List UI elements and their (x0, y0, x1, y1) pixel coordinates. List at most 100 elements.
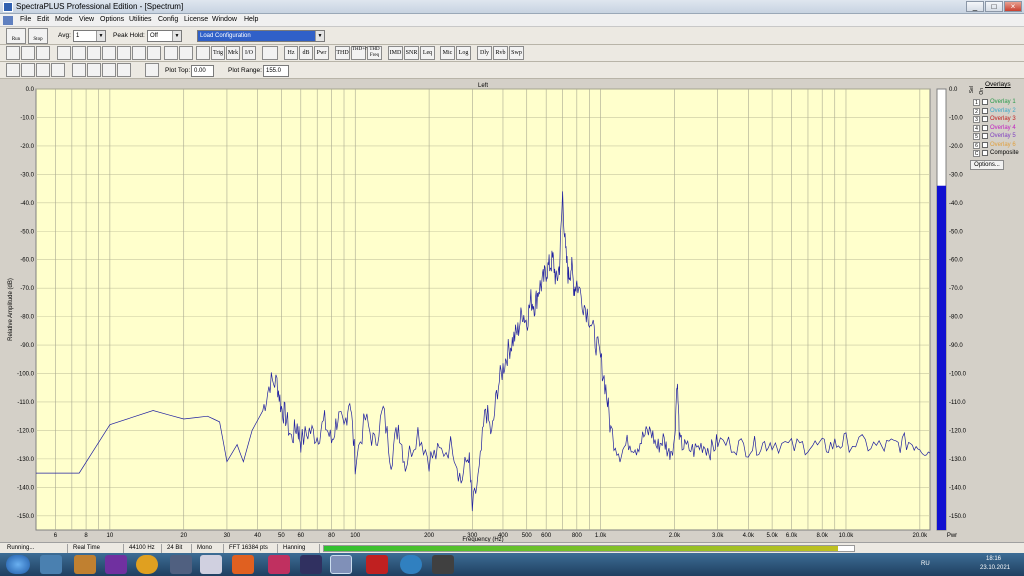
db-button[interactable]: dB (299, 46, 313, 60)
smooth-icon[interactable] (87, 63, 101, 77)
camera-icon[interactable] (432, 555, 454, 574)
close-button[interactable]: × (1004, 1, 1022, 12)
overlay-checkbox[interactable] (982, 141, 988, 148)
explorer-icon[interactable] (40, 555, 62, 574)
overlay-checkbox[interactable] (982, 107, 988, 114)
phase-icon[interactable] (87, 46, 101, 60)
imd-button[interactable]: IMD (388, 46, 403, 60)
hz-button[interactable]: Hz (284, 46, 298, 60)
overlay-row[interactable]: 3 Overlay 3 (958, 116, 1024, 124)
globe-icon[interactable] (400, 555, 422, 574)
print-icon[interactable] (57, 46, 71, 60)
overlay-select[interactable]: 3 (973, 116, 980, 123)
io-button[interactable]: I/O (242, 46, 256, 60)
cursor-icon[interactable] (145, 63, 159, 77)
dly-button[interactable]: Dly (477, 46, 492, 60)
waveform-icon[interactable] (102, 46, 116, 60)
menu-edit[interactable]: Edit (37, 16, 49, 23)
folder-icon[interactable] (74, 555, 96, 574)
zoom-x-icon[interactable] (21, 63, 35, 77)
menu-license[interactable]: License (184, 16, 208, 23)
speaker-icon[interactable] (196, 46, 210, 60)
notepad-icon[interactable] (200, 555, 222, 574)
start-button[interactable] (6, 555, 30, 574)
save-icon[interactable] (36, 46, 50, 60)
menu-utilities[interactable]: Utilities (129, 16, 152, 23)
plottop-input[interactable]: 0.00 (191, 65, 214, 77)
rvb-button[interactable]: Rvb (493, 46, 508, 60)
overlay-row[interactable]: 6 Overlay 6 (958, 141, 1024, 150)
open-icon[interactable] (21, 46, 35, 60)
overlay-select[interactable]: C (973, 150, 980, 157)
swp-button[interactable]: Swp (509, 46, 524, 60)
peakhold-select[interactable]: Off ▼ (147, 30, 182, 42)
leq-button[interactable]: Leq (420, 46, 435, 60)
overlay-select[interactable]: 6 (973, 141, 980, 149)
spectrum-icon[interactable] (72, 46, 86, 60)
menu-window[interactable]: Window (212, 16, 237, 23)
run-button[interactable]: Run (6, 28, 26, 44)
media-icon[interactable] (105, 555, 127, 574)
thd-button[interactable]: THD (335, 46, 350, 60)
zoom-y-icon[interactable] (36, 63, 50, 77)
peak-icon[interactable] (72, 63, 86, 77)
overlay-select[interactable]: 5 (973, 133, 980, 140)
menu-view[interactable]: View (79, 16, 94, 23)
thd-freq-button[interactable]: THD Freq (367, 46, 382, 60)
spectrogram-icon[interactable] (117, 46, 131, 60)
audio-app-icon[interactable] (300, 555, 322, 574)
avg-select[interactable]: 1 ▼ (73, 30, 106, 42)
trigger-button[interactable]: Trig (211, 46, 225, 60)
marker-button[interactable]: Mrk (226, 46, 240, 60)
3d-icon[interactable] (132, 46, 146, 60)
overlay-checkbox[interactable] (982, 133, 988, 139)
overlay-row[interactable]: 4 Overlay 4 (958, 124, 1024, 133)
overlay-row[interactable]: 5 Overlay 5 (958, 133, 1024, 141)
app-icon[interactable] (170, 555, 192, 574)
menu-config[interactable]: Config (158, 16, 178, 23)
unzoom-icon[interactable] (51, 63, 65, 77)
browser-icon[interactable] (136, 555, 158, 574)
document-icon[interactable] (3, 16, 13, 25)
maximize-button[interactable]: □ (985, 1, 1003, 12)
calibration-icon[interactable] (179, 46, 193, 60)
menu-file[interactable]: File (20, 16, 31, 23)
overlay-select[interactable]: 1 (973, 99, 980, 106)
overlay-checkbox[interactable] (982, 124, 988, 131)
overlay-checkbox[interactable] (982, 99, 988, 105)
stop-button[interactable]: Stop (28, 28, 48, 44)
overlay-select[interactable]: 2 (973, 107, 980, 115)
new-icon[interactable] (6, 46, 20, 60)
spectrum-chart[interactable]: Left 0.0 -10.0 -20.0 -30.0 -40.0 -50.0 -60.0 -70… (0, 80, 1024, 543)
menu-mode[interactable]: Mode (55, 16, 73, 23)
generator-icon[interactable] (164, 46, 178, 60)
minimize-button[interactable]: _ (966, 1, 984, 12)
app2-icon[interactable] (366, 555, 388, 574)
octave-icon[interactable] (147, 46, 161, 60)
firefox-icon[interactable] (232, 555, 254, 574)
spectraplus-task-icon[interactable] (330, 555, 352, 574)
overlay-row[interactable]: 2 Overlay 2 (958, 107, 1024, 116)
zoom-icon[interactable] (6, 63, 20, 77)
snr-button[interactable]: SNR (404, 46, 419, 60)
overlay-select[interactable]: 4 (973, 124, 980, 132)
toolbar-main: Run Stop Avg: 1 ▼ Peak Hold: Off ▼ Load Co… (0, 27, 1024, 45)
menu-options[interactable]: Options (100, 16, 124, 23)
menu-help[interactable]: Help (244, 16, 258, 23)
plotrange-input[interactable]: 155.0 (263, 65, 289, 77)
thdn-button[interactable]: THD+N (351, 46, 369, 60)
bars-icon[interactable] (102, 63, 116, 77)
log-button[interactable]: Log (456, 46, 471, 60)
overlay-row[interactable]: 1 Overlay 1 (958, 99, 1024, 107)
config-select[interactable]: Load Configuration ▼ (197, 30, 325, 42)
overlay-row[interactable]: C Composite (958, 150, 1024, 158)
scale-icon[interactable] (117, 63, 131, 77)
overlay-checkbox[interactable] (982, 116, 988, 122)
pwr-button[interactable]: Pwr (314, 46, 329, 60)
language-indicator[interactable]: RU (921, 561, 930, 567)
mic-button[interactable]: Mic (440, 46, 455, 60)
knob-icon[interactable] (262, 46, 278, 60)
player-icon[interactable] (268, 555, 290, 574)
overlay-options-button[interactable]: Options... (970, 160, 1004, 170)
overlay-checkbox[interactable] (982, 150, 988, 156)
